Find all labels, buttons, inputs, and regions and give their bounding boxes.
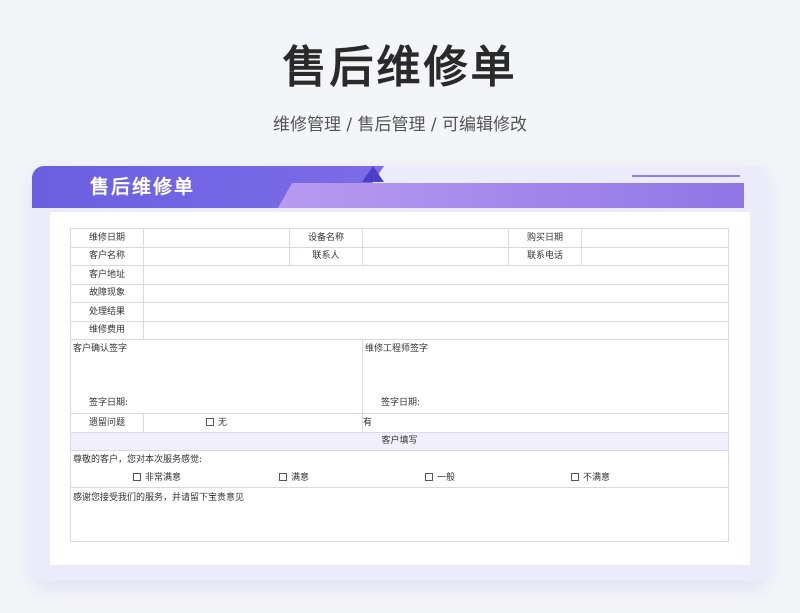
checkbox-none[interactable] <box>206 417 214 426</box>
sat-option-satisfied[interactable]: 满意 <box>279 472 309 484</box>
engineer-signature-cell[interactable]: 维修工程师签字 签字日期: <box>362 339 729 414</box>
sat-option-average[interactable]: 一般 <box>425 472 455 484</box>
repair-cost-field[interactable] <box>143 320 729 340</box>
customer-signature-cell[interactable]: 客户确认签字 签字日期: <box>70 339 363 414</box>
repair-form-table: 维修日期 设备名称 购买日期 客户名称 联系人 联系电话 客户地址 故障现象 处… <box>70 228 729 542</box>
sat-option-label: 非常满意 <box>145 473 182 483</box>
repair-date-label: 维修日期 <box>70 228 144 248</box>
option-yes-label: 有 <box>363 418 373 428</box>
checkbox[interactable] <box>571 473 579 481</box>
sat-option-unsatisfied[interactable]: 不满意 <box>571 472 610 484</box>
sat-option-label: 一般 <box>437 473 456 483</box>
handling-result-field[interactable] <box>143 302 729 322</box>
page-subtitle: 维修管理 / 售后管理 / 可编辑修改 <box>272 115 528 135</box>
banner-title: 售后维修单 <box>90 176 196 198</box>
device-name-field[interactable] <box>362 228 509 248</box>
option-none[interactable]: 无 <box>143 413 363 433</box>
sign-date-label: 签字日期: <box>89 398 129 408</box>
fault-symptom-field[interactable] <box>143 283 729 303</box>
customer-address-field[interactable] <box>143 265 729 285</box>
contact-person-field[interactable] <box>362 246 509 266</box>
customer-name-field[interactable] <box>143 246 290 266</box>
checkbox[interactable] <box>279 473 287 481</box>
satisfaction-options: 非常满意 满意 一般 不满意 <box>72 469 728 487</box>
banner-line <box>632 175 740 177</box>
sign-date-label: 签字日期: <box>381 398 421 408</box>
fault-symptom-label: 故障现象 <box>70 283 144 303</box>
contact-person-label: 联系人 <box>289 246 363 266</box>
handling-result-label: 处理结果 <box>70 302 144 322</box>
sat-option-very-satisfied[interactable]: 非常满意 <box>133 472 181 484</box>
device-name-label: 设备名称 <box>289 228 363 248</box>
remaining-issues-label: 遗留问题 <box>70 413 144 433</box>
purchase-date-label: 购买日期 <box>508 228 582 248</box>
contact-phone-label: 联系电话 <box>508 246 582 266</box>
repair-date-field[interactable] <box>143 228 290 248</box>
purchase-date-field[interactable] <box>581 228 729 248</box>
page-title: 售后维修单 <box>282 42 518 93</box>
repair-cost-label: 维修费用 <box>70 320 144 340</box>
banner-right <box>278 183 744 208</box>
contact-phone-field[interactable] <box>581 246 729 266</box>
option-none-label: 无 <box>218 417 228 428</box>
customer-name-label: 客户名称 <box>70 246 144 266</box>
sat-option-label: 满意 <box>291 473 310 483</box>
checkbox[interactable] <box>425 473 433 481</box>
checkbox[interactable] <box>133 473 141 481</box>
satisfaction-question: 尊敬的客户，您对本次服务感觉: <box>70 450 729 469</box>
thanks-note: 感谢您接受我们的服务，并请留下宝贵意见 <box>73 493 245 503</box>
customer-section-header: 客户填写 <box>70 431 729 451</box>
feedback-area[interactable]: 感谢您接受我们的服务，并请留下宝贵意见 <box>70 487 729 542</box>
option-yes[interactable]: 有 <box>362 413 729 433</box>
customer-address-label: 客户地址 <box>70 265 144 285</box>
sat-option-label: 不满意 <box>583 473 611 483</box>
form-sheet: 维修日期 设备名称 购买日期 客户名称 联系人 联系电话 客户地址 故障现象 处… <box>50 212 750 565</box>
engineer-signature-label: 维修工程师签字 <box>365 344 429 354</box>
customer-signature-label: 客户确认签字 <box>73 344 128 354</box>
form-card: 售后维修单 维修日期 设备名称 购买日期 客户名称 联系人 联系电话 客户地址 … <box>32 166 768 581</box>
